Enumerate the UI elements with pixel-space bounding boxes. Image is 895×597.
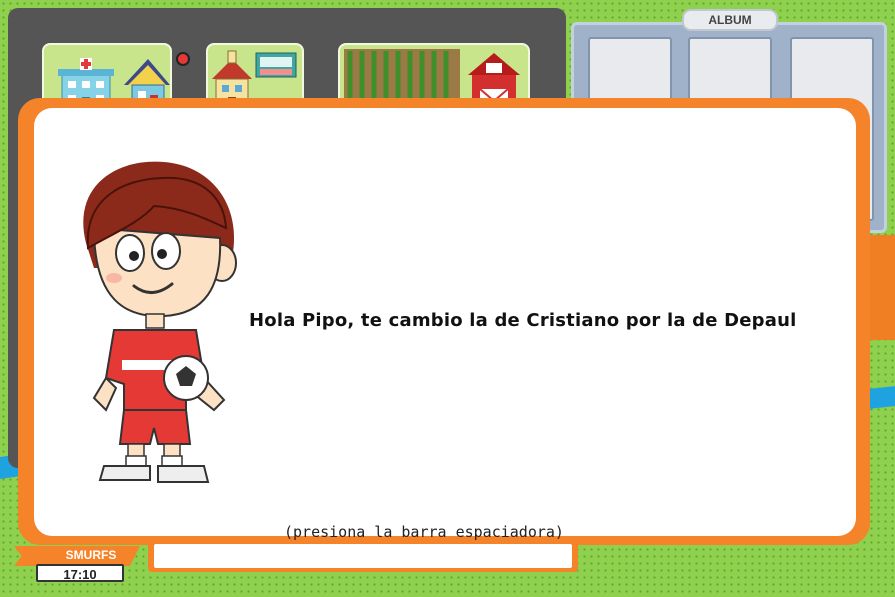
game-clock: 17:10 (36, 564, 124, 582)
bottom-bar (148, 540, 578, 572)
dialog-hint: (presiona la barra espaciadora) (284, 523, 564, 541)
dialog-frame: Hola Pipo, te cambio la de Cristiano por… (18, 98, 870, 545)
player-name: SMURFS (65, 548, 117, 562)
album-tab[interactable]: ALBUM (682, 9, 778, 31)
bottom-bar-inner (154, 544, 572, 568)
soccer-boy-character (83, 161, 237, 483)
map-marker-icon (176, 52, 190, 66)
dialog-message: Hola Pipo, te cambio la de Cristiano por… (249, 310, 797, 331)
dialog-box: Hola Pipo, te cambio la de Cristiano por… (34, 108, 856, 541)
